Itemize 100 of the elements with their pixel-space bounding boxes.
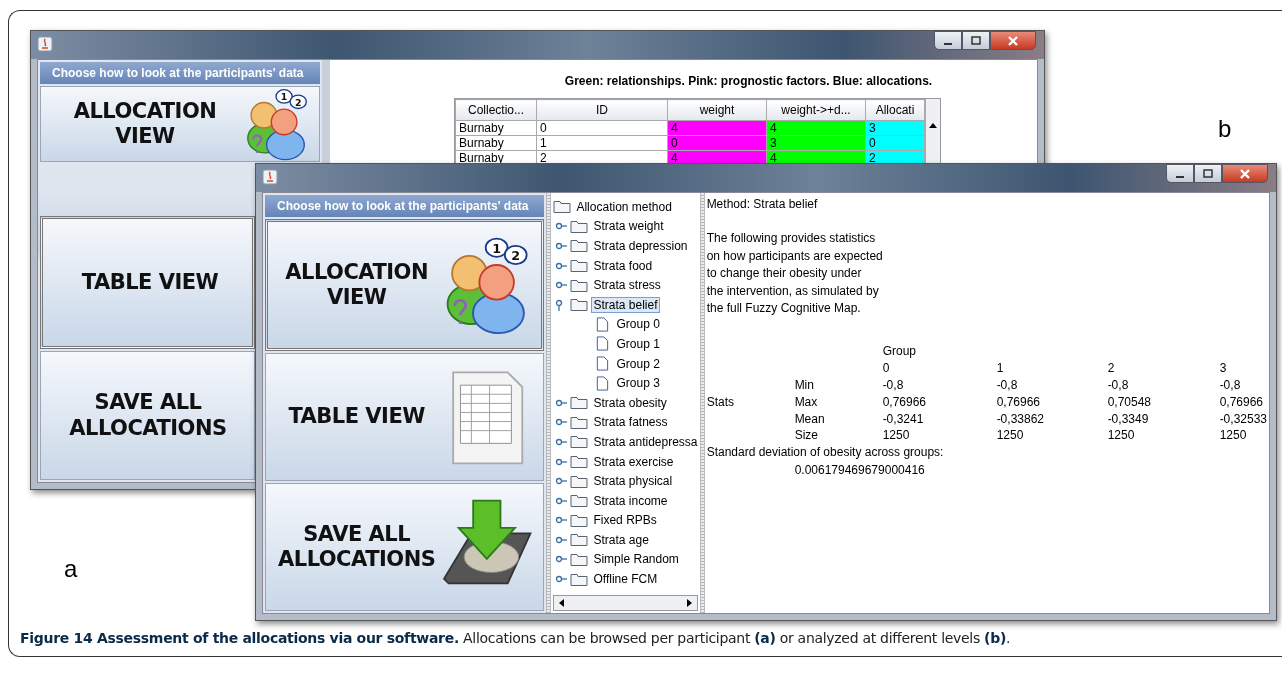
- maximize-button[interactable]: [1194, 164, 1222, 183]
- tree-item[interactable]: Strata food: [591, 257, 655, 274]
- table-cell: 1: [536, 135, 668, 151]
- column-header[interactable]: Collectio...: [455, 99, 537, 121]
- folder-icon: [570, 571, 589, 587]
- column-header[interactable]: weight: [667, 99, 767, 121]
- panel-header: Choose how to look at the participants' data: [40, 62, 320, 84]
- tree-item[interactable]: Group 0: [614, 316, 662, 333]
- view-button[interactable]: SAVE ALL ALLOCATIONS: [40, 351, 255, 480]
- figure-caption: Figure 14 Assessment of the allocations via our software. Allocations can be browsed per participant (a) or analyzed at different levels (b).: [20, 630, 1011, 646]
- tree-item[interactable]: Strata age: [591, 531, 651, 548]
- folder-icon: [570, 395, 589, 411]
- folder-icon: [570, 414, 589, 430]
- tree-item[interactable]: Strata depression: [591, 238, 690, 254]
- tree-item[interactable]: Group 2: [614, 355, 662, 372]
- view-button[interactable]: ALLOCATION VIEW 1 2: [265, 219, 545, 351]
- stat-value: -0,8: [1107, 376, 1130, 394]
- stat-value: 0,76966: [996, 393, 1041, 411]
- up-arrow-icon: [928, 121, 938, 129]
- right-arrow-icon: [685, 598, 694, 608]
- folder-icon: [570, 532, 589, 548]
- tree-item[interactable]: Offline FCM: [591, 571, 660, 588]
- scrollbar[interactable]: [925, 99, 940, 166]
- stat-value: 0,70548: [1107, 393, 1152, 411]
- tree-item[interactable]: Simple Random: [591, 551, 681, 568]
- panel-header: Choose how to look at the participants' data: [265, 195, 545, 217]
- left-arrow-icon: [557, 598, 566, 608]
- tree-item[interactable]: Strata income: [591, 492, 670, 509]
- tree-handle-icon[interactable]: [555, 240, 568, 252]
- folder-icon: [553, 199, 572, 215]
- legend-text: Green: relationships. Pink: prognostic factors. Blue: allocations.: [564, 74, 933, 88]
- tree-item[interactable]: Group 1: [614, 335, 662, 352]
- column-header[interactable]: Allocati: [865, 99, 925, 121]
- row-label: Min: [794, 376, 815, 394]
- tree-item[interactable]: Strata weight: [591, 218, 666, 235]
- minimize-button[interactable]: [1166, 164, 1194, 183]
- folder-icon: [570, 473, 589, 489]
- group-label: 3: [1219, 360, 1228, 377]
- tree-item[interactable]: Strata physical: [591, 473, 675, 490]
- tree-item[interactable]: Allocation method: [574, 198, 674, 215]
- tree-item[interactable]: Strata fatness: [591, 414, 670, 431]
- maximize-icon: [1202, 168, 1214, 179]
- maximize-icon: [970, 35, 982, 46]
- stat-value: 1250: [882, 427, 911, 445]
- folder-icon: [570, 454, 589, 469]
- folder-icon: [570, 512, 589, 528]
- view-button[interactable]: SAVE ALL ALLOCATIONS: [265, 483, 545, 611]
- close-button[interactable]: [990, 31, 1036, 50]
- app-icon: [262, 169, 278, 185]
- row-label: Max: [794, 393, 819, 411]
- tree-item[interactable]: Strata obesity: [591, 394, 669, 411]
- column-header[interactable]: weight->+d...: [766, 99, 866, 121]
- close-button[interactable]: [1222, 164, 1268, 183]
- minimize-icon: [1176, 175, 1184, 178]
- close-icon: [1238, 168, 1252, 179]
- view-button[interactable]: TABLE VIEW: [40, 216, 255, 349]
- table-cell: 0: [536, 120, 668, 136]
- stat-value: -0,32533: [1219, 410, 1267, 428]
- folder-icon: [570, 552, 589, 567]
- table-cell: Burnaby: [455, 120, 537, 136]
- stat-value: 0,76966: [1219, 393, 1264, 411]
- method-text: Method: Strata belief: [706, 196, 819, 213]
- group-label: 0: [882, 360, 891, 377]
- people-drawing: 1 2: [433, 235, 534, 335]
- folder-icon: [570, 493, 589, 509]
- stat-value: -0,3349: [1107, 410, 1150, 428]
- tree-item[interactable]: Strata belief: [591, 296, 660, 313]
- row-label: Mean: [794, 410, 826, 428]
- folder-icon: [570, 238, 589, 254]
- tree-item[interactable]: Strata antidepressa: [591, 433, 700, 450]
- stat-value: 1250: [996, 427, 1025, 445]
- std-label: Standard deviation of obesity across groups:: [706, 444, 945, 462]
- stat-value: 1250: [1107, 427, 1136, 445]
- group-label: 1: [996, 360, 1005, 377]
- view-button[interactable]: ALLOCATION VIEW 1 2: [40, 86, 320, 162]
- panel-label: a: [64, 555, 78, 583]
- stat-value: -0,8: [1219, 376, 1242, 394]
- description-text: The following provides statistics on how participants are expected to change their obesity under the intervention, as simulated by the full Fuzzy Cognitive Map.: [706, 230, 884, 317]
- view-button[interactable]: TABLE VIEW: [265, 353, 545, 481]
- scrollbar[interactable]: [553, 595, 698, 611]
- std-value: 0.006179469679000416: [793, 461, 926, 479]
- stat-value: -0,8: [882, 376, 905, 394]
- folder-icon: [570, 258, 589, 274]
- stat-value: 1250: [1219, 427, 1248, 445]
- tree-item[interactable]: Fixed RPBs: [591, 512, 659, 529]
- maximize-button[interactable]: [962, 31, 990, 50]
- tree-item[interactable]: Group 3: [614, 375, 662, 392]
- close-icon: [1006, 35, 1020, 46]
- tree-item[interactable]: Strata exercise: [591, 453, 676, 470]
- tree-item[interactable]: Strata stress: [591, 277, 663, 294]
- table-cell: Burnaby: [455, 135, 537, 151]
- app-icon: [37, 36, 53, 52]
- row-label: Size: [794, 427, 819, 445]
- folder-icon: [570, 434, 589, 450]
- column-header[interactable]: ID: [536, 99, 668, 121]
- stat-value: -0,8: [996, 376, 1019, 394]
- group-label: 2: [1107, 360, 1116, 377]
- stats-label: Stats: [706, 393, 735, 411]
- minimize-button[interactable]: [934, 31, 962, 50]
- stat-value: 0,76966: [882, 393, 927, 411]
